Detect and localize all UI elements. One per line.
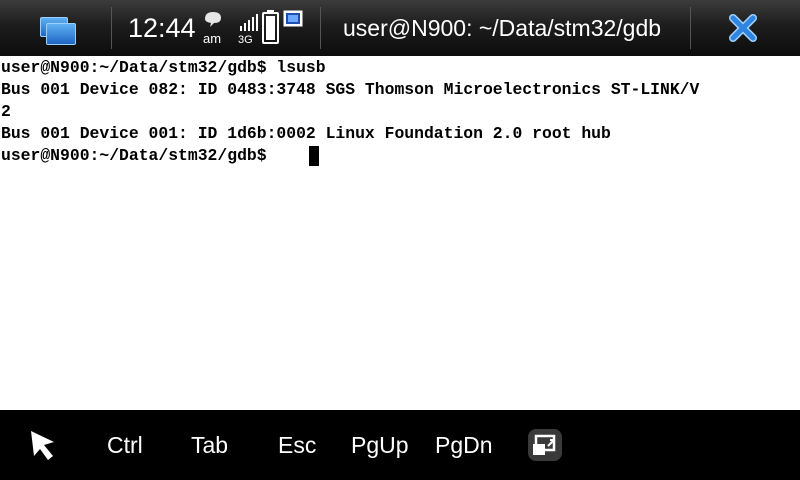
- task-switcher-icon-front: [46, 23, 76, 45]
- pgdn-key-button[interactable]: PgDn: [435, 432, 493, 458]
- task-switcher-button[interactable]: [26, 8, 86, 50]
- pgup-key-button[interactable]: PgUp: [351, 432, 409, 458]
- terminal-prompt-line: user@N900:~/Data/stm32/gdb$: [1, 146, 277, 165]
- ctrl-key-button[interactable]: Ctrl: [107, 432, 143, 458]
- title-separator: [690, 7, 691, 49]
- battery-icon: [262, 10, 279, 44]
- fullscreen-toggle-icon: [528, 429, 562, 461]
- n900-screen: 12:44 am 3G user@N900: ~/Data/stm32/gdb: [0, 0, 800, 480]
- terminal-line: Bus 001 Device 082: ID 0483:3748 SGS Tho…: [1, 80, 700, 99]
- pointer-arrow-icon: [31, 431, 54, 460]
- terminal-cursor: [309, 146, 319, 166]
- terminal-line: 2: [1, 102, 11, 121]
- fullscreen-button[interactable]: [527, 428, 563, 462]
- network-type-label: 3G: [238, 34, 253, 46]
- terminal-line: Bus 001 Device 001: ID 1d6b:0002 Linux F…: [1, 124, 611, 143]
- presence-icon: [205, 12, 221, 27]
- title-separator: [111, 7, 112, 49]
- terminal-area[interactable]: user@N900:~/Data/stm32/gdb$ lsusb Bus 00…: [0, 56, 800, 410]
- terminal-line: user@N900:~/Data/stm32/gdb$ lsusb: [1, 58, 326, 77]
- title-bar: 12:44 am 3G user@N900: ~/Data/stm32/gdb: [0, 0, 800, 56]
- tab-key-button[interactable]: Tab: [191, 432, 228, 458]
- clock-time[interactable]: 12:44: [128, 13, 196, 43]
- signal-strength-icon: [240, 14, 258, 31]
- close-icon: [729, 14, 757, 42]
- window-title[interactable]: user@N900: ~/Data/stm32/gdb: [343, 15, 661, 41]
- pointer-mode-button[interactable]: [28, 428, 60, 462]
- usb-connection-icon: [283, 10, 303, 27]
- title-separator: [320, 7, 321, 49]
- clock-ampm: am: [203, 31, 222, 46]
- esc-key-button[interactable]: Esc: [278, 432, 316, 458]
- close-button[interactable]: [708, 6, 778, 50]
- terminal-toolbar: Ctrl Tab Esc PgUp PgDn: [0, 410, 800, 480]
